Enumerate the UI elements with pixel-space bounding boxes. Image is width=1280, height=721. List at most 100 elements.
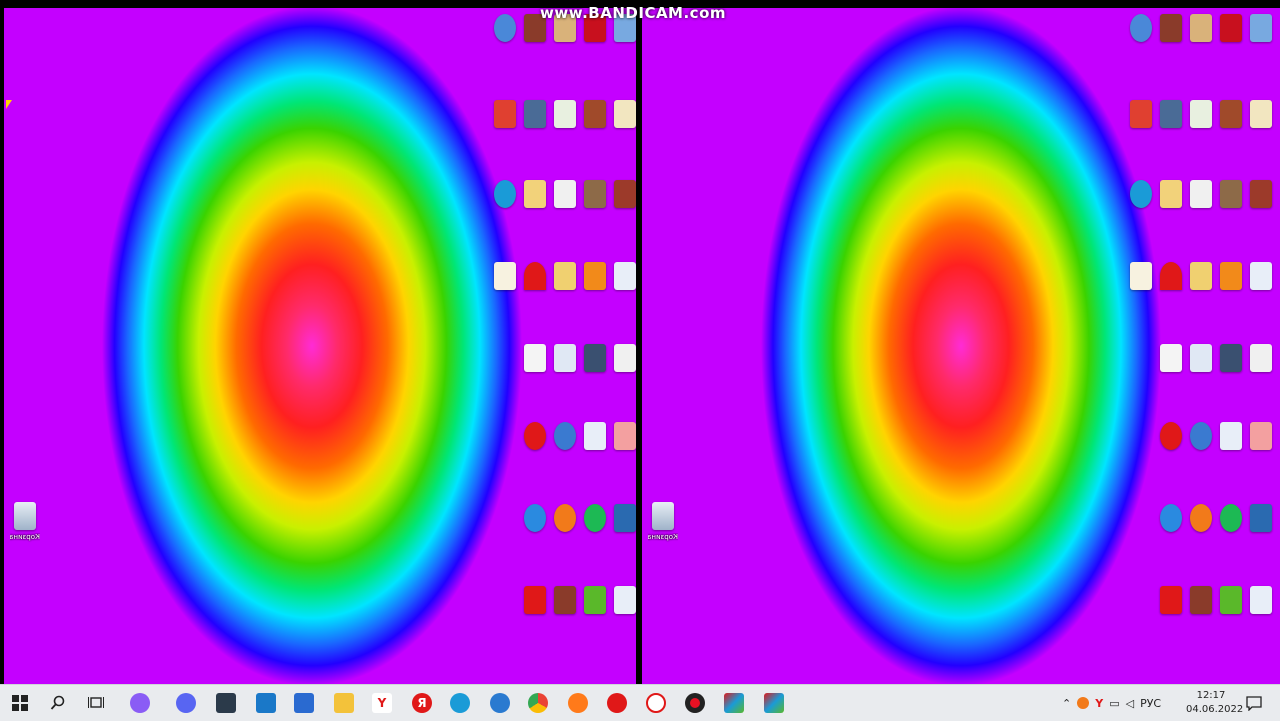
- bandicam-record-icon[interactable]: [685, 693, 705, 713]
- odnoklassniki-icon[interactable]: [1216, 262, 1246, 334]
- clock[interactable]: 12:17 04.06.2022: [1186, 689, 1243, 717]
- task-view-button[interactable]: [86, 693, 106, 713]
- word-file-icon[interactable]: [520, 100, 550, 172]
- app-file-icon[interactable]: [1216, 344, 1246, 416]
- word-doc-icon[interactable]: [580, 422, 610, 494]
- search-button[interactable]: [48, 693, 68, 713]
- pdf-file-icon[interactable]: [490, 100, 520, 172]
- terminal-app-icon[interactable]: [216, 693, 236, 713]
- document-icon[interactable]: [610, 344, 636, 416]
- folder-icon[interactable]: [550, 262, 580, 334]
- word-doc-icon[interactable]: [610, 586, 636, 658]
- thunderbird-icon[interactable]: [1186, 422, 1216, 494]
- youtube-icon[interactable]: [520, 586, 550, 658]
- aimp-icon[interactable]: [550, 504, 580, 576]
- language-indicator[interactable]: РУС: [1140, 697, 1161, 710]
- acrobat-icon[interactable]: [580, 14, 610, 86]
- document-icon[interactable]: [610, 100, 636, 172]
- chevron-up-icon[interactable]: ⌃: [1062, 697, 1071, 710]
- red-app-icon[interactable]: [1156, 344, 1186, 416]
- paint-app-icon[interactable]: [724, 693, 744, 713]
- this-pc-icon[interactable]: [610, 14, 636, 86]
- thunderbird-taskbar-icon[interactable]: [490, 693, 510, 713]
- folder-icon[interactable]: [1156, 180, 1186, 252]
- user-folder-icon[interactable]: [550, 14, 580, 86]
- start-button[interactable]: [10, 693, 30, 713]
- this-pc-icon[interactable]: [1246, 14, 1276, 86]
- winrar-icon[interactable]: [1186, 586, 1216, 658]
- store-icon[interactable]: [294, 693, 314, 713]
- edge-icon[interactable]: [490, 180, 520, 252]
- yandex-icon[interactable]: Я: [412, 693, 432, 713]
- winrar-icon[interactable]: [550, 586, 580, 658]
- odnoklassniki-icon[interactable]: [580, 262, 610, 334]
- aimp-icon[interactable]: [1186, 504, 1216, 576]
- yandex-browser-icon[interactable]: Y: [372, 693, 392, 713]
- paint-app-icon[interactable]: [764, 693, 784, 713]
- folder-icon[interactable]: [520, 180, 550, 252]
- opera-icon[interactable]: [646, 693, 666, 713]
- notifications-button[interactable]: [1244, 693, 1264, 713]
- firefox-icon[interactable]: [568, 693, 588, 713]
- word-doc-icon[interactable]: [1246, 262, 1276, 334]
- word-doc-icon[interactable]: [550, 344, 580, 416]
- app-icon[interactable]: [610, 504, 636, 576]
- document-icon[interactable]: [1246, 100, 1276, 172]
- recycle-bin-icon[interactable]: Корзина: [648, 502, 678, 574]
- file-icon[interactable]: [490, 262, 520, 334]
- media-player-taskbar-icon[interactable]: [607, 693, 627, 713]
- word-file-icon[interactable]: [1156, 100, 1186, 172]
- skype-icon[interactable]: [1156, 504, 1186, 576]
- image-file-icon[interactable]: [580, 180, 610, 252]
- alice-assistant-icon[interactable]: [130, 693, 150, 713]
- launcher-icon[interactable]: [580, 586, 610, 658]
- file-explorer-icon[interactable]: [334, 693, 354, 713]
- avast-icon[interactable]: [1077, 697, 1090, 709]
- acrobat-icon[interactable]: [1216, 14, 1246, 86]
- winrar-icon[interactable]: [1156, 14, 1186, 86]
- media-player-icon[interactable]: [520, 422, 550, 494]
- word-doc-icon[interactable]: [1186, 344, 1216, 416]
- desktop-right[interactable]: Корзина: [642, 8, 1280, 684]
- cleaner-icon[interactable]: [610, 422, 636, 494]
- red-app-icon[interactable]: [520, 344, 550, 416]
- app-icon[interactable]: [1246, 504, 1276, 576]
- winrar-icon[interactable]: [520, 14, 550, 86]
- text-file-icon[interactable]: [1186, 180, 1216, 252]
- thunderbird-icon[interactable]: [550, 422, 580, 494]
- desktop-left[interactable]: Корзина: [4, 8, 636, 684]
- app-file-icon[interactable]: [580, 344, 610, 416]
- archive-icon[interactable]: [1246, 180, 1276, 252]
- text-file-icon[interactable]: [550, 180, 580, 252]
- media-player-icon[interactable]: [1156, 422, 1186, 494]
- desktop-app-icon[interactable]: [1126, 14, 1156, 86]
- winrar-file-icon[interactable]: [1216, 100, 1246, 172]
- word-doc-icon[interactable]: [1216, 422, 1246, 494]
- launcher-icon[interactable]: [1216, 586, 1246, 658]
- spotify-icon[interactable]: [580, 504, 610, 576]
- yandex-tray-icon[interactable]: Y: [1095, 697, 1103, 710]
- network-icon[interactable]: ▭: [1109, 697, 1119, 710]
- word-doc-icon[interactable]: [610, 262, 636, 334]
- archive-icon[interactable]: [610, 180, 636, 252]
- discord-icon[interactable]: [176, 693, 196, 713]
- user-folder-icon[interactable]: [1186, 14, 1216, 86]
- folder-icon[interactable]: [1186, 262, 1216, 334]
- youtube-icon[interactable]: [1156, 586, 1186, 658]
- excel-file-icon[interactable]: [550, 100, 580, 172]
- winrar-file-icon[interactable]: [580, 100, 610, 172]
- desktop-app-icon[interactable]: [490, 14, 520, 86]
- skype-icon[interactable]: [520, 504, 550, 576]
- pdf-file-icon[interactable]: [1126, 100, 1156, 172]
- chrome-icon[interactable]: [528, 693, 548, 713]
- umbrella-icon[interactable]: [520, 262, 550, 334]
- edge-icon[interactable]: [1126, 180, 1156, 252]
- image-file-icon[interactable]: [1216, 180, 1246, 252]
- recycle-bin-icon[interactable]: Корзина: [10, 502, 40, 574]
- document-icon[interactable]: [1246, 344, 1276, 416]
- word-doc-icon[interactable]: [1246, 586, 1276, 658]
- mail-icon[interactable]: [256, 693, 276, 713]
- edge-taskbar-icon[interactable]: [450, 693, 470, 713]
- spotify-icon[interactable]: [1216, 504, 1246, 576]
- volume-icon[interactable]: ◁: [1126, 697, 1134, 710]
